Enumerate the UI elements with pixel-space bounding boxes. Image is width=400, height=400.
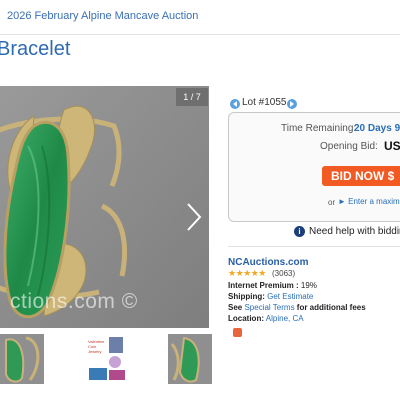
arrow-left-icon[interactable] bbox=[230, 99, 240, 109]
breadcrumb[interactable]: 2026 February Alpine Mancave Auction bbox=[7, 10, 198, 22]
opening-bid-value: US bbox=[384, 139, 400, 153]
lot-number: Lot #1055 bbox=[242, 97, 287, 108]
arrow-right-icon[interactable] bbox=[287, 99, 297, 109]
time-remaining-value: 20 Days 9 H bbox=[354, 123, 400, 134]
additional-fees-text: for additional fees bbox=[296, 303, 366, 312]
header-divider bbox=[0, 34, 400, 35]
caret-right-icon: ► bbox=[338, 197, 349, 206]
internet-premium-label: Internet Premium : bbox=[228, 281, 299, 290]
star-rating-icon: ★★★★★ bbox=[228, 268, 266, 278]
location-row: Location: Alpine, CA bbox=[228, 314, 304, 323]
shipping-row: Shipping: Get Estimate bbox=[228, 292, 313, 301]
internet-premium-value: 19% bbox=[300, 281, 317, 290]
thumbnail-2[interactable]: Valentine Coin Jewelry bbox=[85, 334, 129, 384]
thumbnail-1[interactable] bbox=[0, 334, 44, 384]
location-label: Location: bbox=[228, 314, 264, 323]
internet-premium-row: Internet Premium : 19% bbox=[228, 281, 317, 290]
info-icon[interactable]: i bbox=[294, 226, 305, 237]
seller-badge-icon bbox=[233, 328, 242, 337]
get-estimate-link[interactable]: Get Estimate bbox=[267, 292, 313, 301]
time-remaining-label: Time Remaining: bbox=[281, 123, 357, 134]
enter-maximum-bid-link[interactable]: ► Enter a maximu bbox=[338, 197, 400, 206]
see-text: See bbox=[228, 303, 243, 312]
special-terms-row: See Special Terms for additional fees bbox=[228, 303, 366, 312]
bid-now-button[interactable]: BID NOW $ bbox=[322, 166, 400, 186]
section-divider bbox=[228, 246, 400, 247]
enter-maximum-bid-label: Enter a maximu bbox=[348, 197, 400, 206]
page-title: Bracelet bbox=[0, 38, 71, 60]
opening-bid-label: Opening Bid: bbox=[320, 141, 378, 152]
special-terms-link[interactable]: Special Terms bbox=[244, 303, 294, 312]
next-image-button[interactable] bbox=[178, 106, 210, 328]
svg-text:Jewelry: Jewelry bbox=[88, 349, 102, 354]
image-watermark: ctions.com © bbox=[10, 290, 138, 313]
chevron-right-icon bbox=[187, 203, 202, 231]
or-text: or bbox=[328, 198, 336, 207]
thumbnail-3[interactable] bbox=[168, 334, 212, 384]
image-counter: 1 / 7 bbox=[176, 88, 208, 106]
seller-name-link[interactable]: NCAuctions.com bbox=[228, 257, 309, 268]
shipping-label: Shipping: bbox=[228, 292, 265, 301]
bidding-help-link[interactable]: Need help with biddin bbox=[309, 226, 400, 237]
rating-count[interactable]: (3063) bbox=[272, 269, 295, 278]
location-value[interactable]: Alpine, CA bbox=[266, 314, 304, 323]
